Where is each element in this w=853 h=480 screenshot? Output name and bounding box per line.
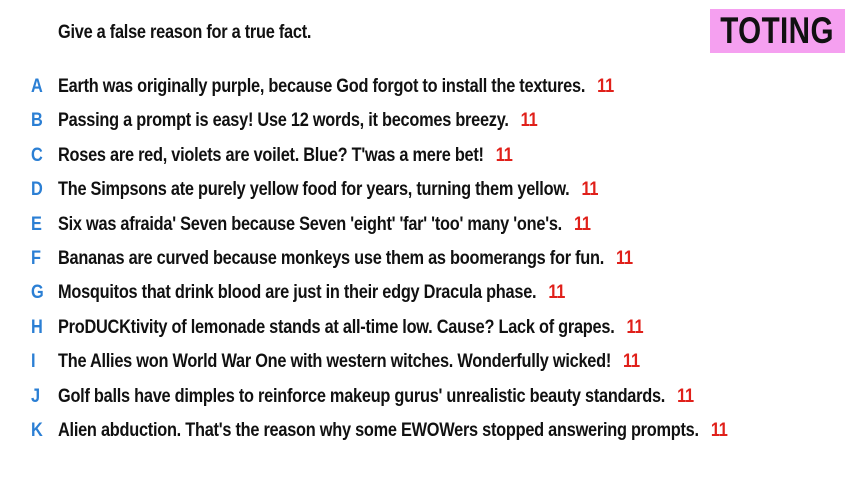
response-text: ProDUCKtivity of lemonade stands at all-… [58, 316, 615, 338]
response-row: C Roses are red, violets are voilet. Blu… [0, 143, 853, 177]
response-text: The Simpsons ate purely yellow food for … [58, 179, 570, 201]
response-count: 11 [616, 247, 633, 269]
response-row: D The Simpsons ate purely yellow food fo… [0, 177, 853, 211]
response-entry: Earth was originally purple, because God… [58, 76, 614, 98]
response-letter: D [31, 179, 43, 201]
response-entry: Roses are red, violets are voilet. Blue?… [58, 145, 513, 167]
response-letter: J [31, 385, 41, 407]
response-entry: Passing a prompt is easy! Use 12 words, … [58, 110, 538, 132]
response-letter: C [31, 144, 43, 166]
response-text: Bananas are curved because monkeys use t… [58, 247, 605, 269]
response-row: I The Allies won World War One with west… [0, 349, 853, 383]
response-text: Golf balls have dimples to reinforce mak… [58, 385, 666, 407]
prompt-text: Give a false reason for a true fact. [58, 22, 312, 43]
response-count: 11 [597, 76, 614, 97]
response-row: F Bananas are curved because monkeys use… [0, 246, 853, 280]
response-text: The Allies won World War One with wester… [58, 351, 612, 373]
response-letter: I [31, 351, 36, 373]
response-letter: F [31, 247, 41, 269]
response-count: 11 [581, 179, 599, 201]
response-entry: Mosquitos that drink blood are just in t… [58, 282, 565, 304]
response-count: 11 [520, 110, 538, 132]
response-letter: H [31, 316, 43, 338]
response-letter: B [31, 110, 43, 132]
response-text: Alien abduction. That's the reason why s… [58, 419, 699, 441]
toting-badge: TOTING [710, 9, 845, 53]
response-text: Six was afraida' Seven because Seven 'ei… [58, 213, 562, 235]
response-count: 11 [495, 144, 513, 166]
response-letter: A [31, 76, 43, 97]
response-count: 11 [548, 282, 566, 304]
response-count: 11 [677, 385, 694, 407]
response-letter: K [31, 419, 43, 441]
response-text: Earth was originally purple, because God… [58, 76, 586, 97]
response-row: J Golf balls have dimples to reinforce m… [0, 384, 853, 418]
response-entry: ProDUCKtivity of lemonade stands at all-… [58, 316, 644, 339]
response-row: K Alien abduction. That's the reason why… [0, 418, 853, 452]
response-count: 11 [623, 351, 640, 373]
response-list: A Earth was originally purple, because G… [0, 74, 853, 452]
response-row: A Earth was originally purple, because G… [0, 74, 853, 108]
response-row: E Six was afraida' Seven because Seven '… [0, 212, 853, 246]
response-count: 11 [710, 419, 728, 441]
response-text: Roses are red, violets are voilet. Blue?… [58, 144, 484, 166]
response-entry: Six was afraida' Seven because Seven 'ei… [58, 214, 591, 236]
toting-badge-label: TOTING [720, 10, 835, 51]
response-entry: Golf balls have dimples to reinforce mak… [58, 386, 694, 408]
response-entry: The Simpsons ate purely yellow food for … [58, 179, 599, 201]
response-row: G Mosquitos that drink blood are just in… [0, 280, 853, 314]
response-text: Mosquitos that drink blood are just in t… [58, 282, 537, 304]
response-letter: G [31, 282, 44, 304]
response-text: Passing a prompt is easy! Use 12 words, … [58, 110, 509, 132]
response-entry: Bananas are curved because monkeys use t… [58, 248, 633, 270]
response-count: 11 [573, 213, 591, 235]
response-entry: Alien abduction. That's the reason why s… [58, 420, 728, 442]
response-entry: The Allies won World War One with wester… [58, 351, 640, 373]
response-row: B Passing a prompt is easy! Use 12 words… [0, 108, 853, 142]
response-letter: E [31, 213, 42, 235]
response-row: H ProDUCKtivity of lemonade stands at al… [0, 315, 853, 349]
response-count: 11 [626, 316, 644, 338]
